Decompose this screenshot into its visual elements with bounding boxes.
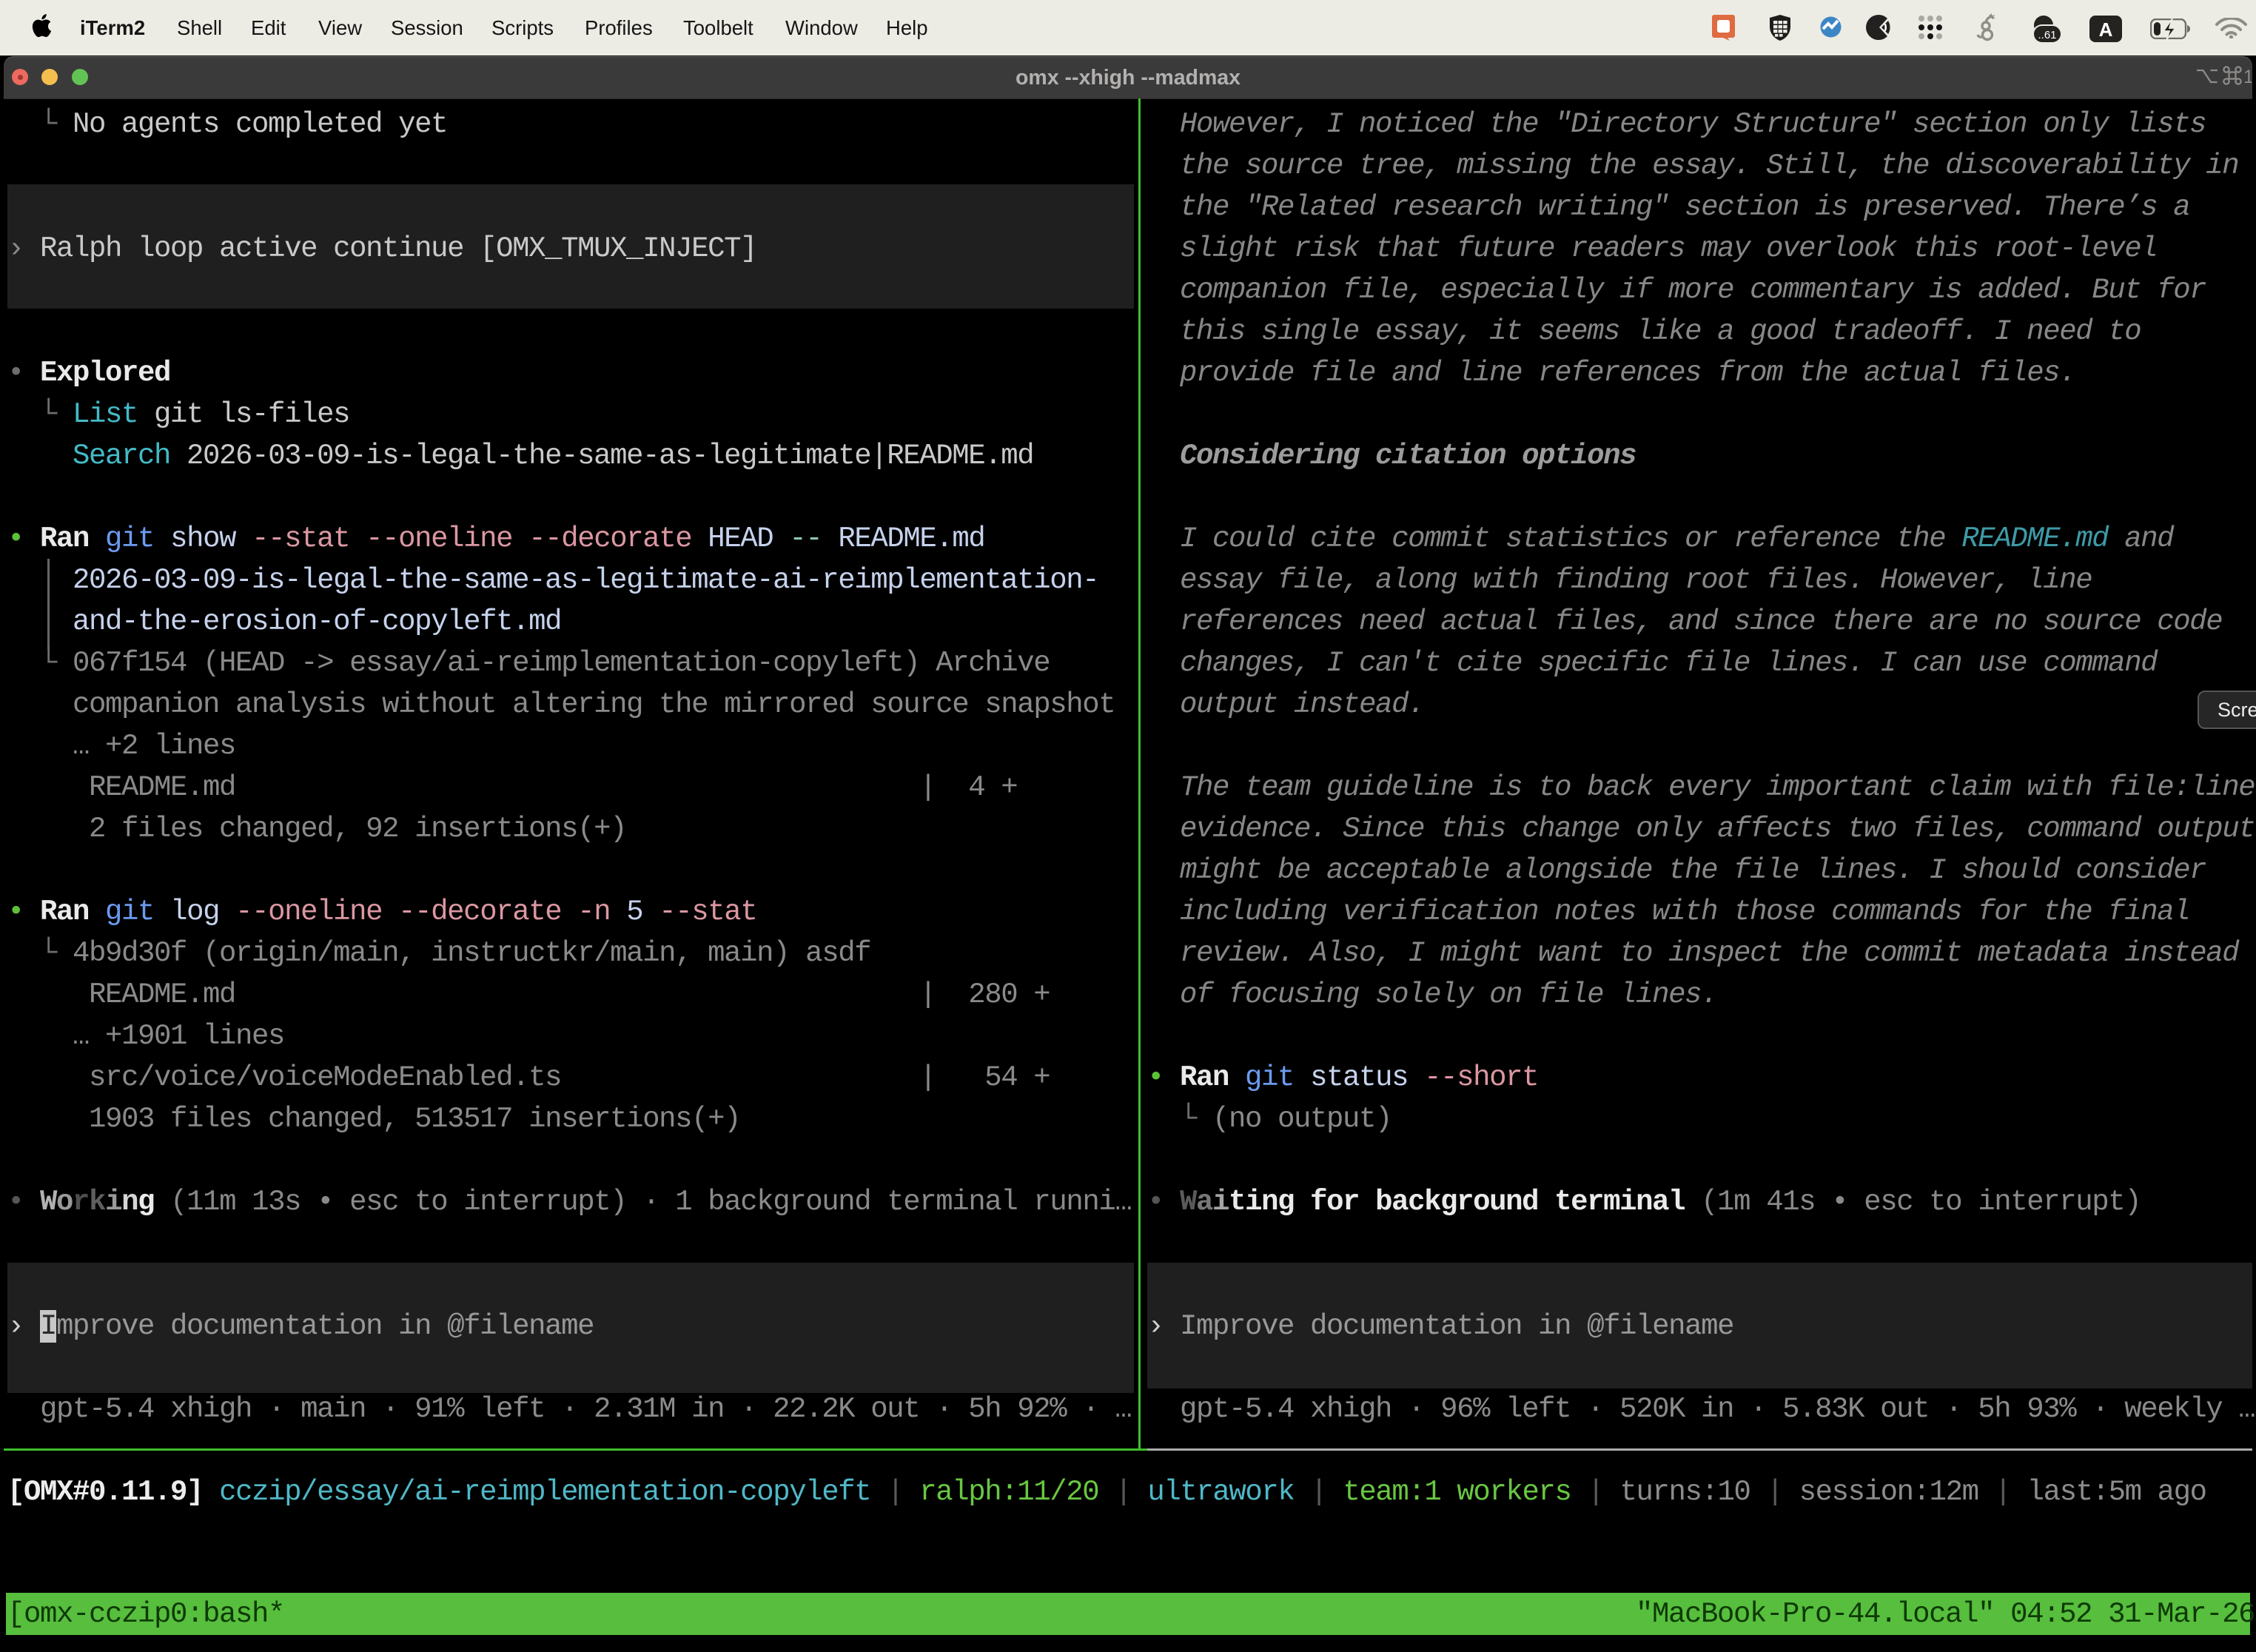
svg-text:1: 1 — [2243, 67, 2252, 87]
svg-text:..61: ..61 — [2038, 29, 2056, 41]
svg-text:A: A — [2099, 19, 2113, 41]
